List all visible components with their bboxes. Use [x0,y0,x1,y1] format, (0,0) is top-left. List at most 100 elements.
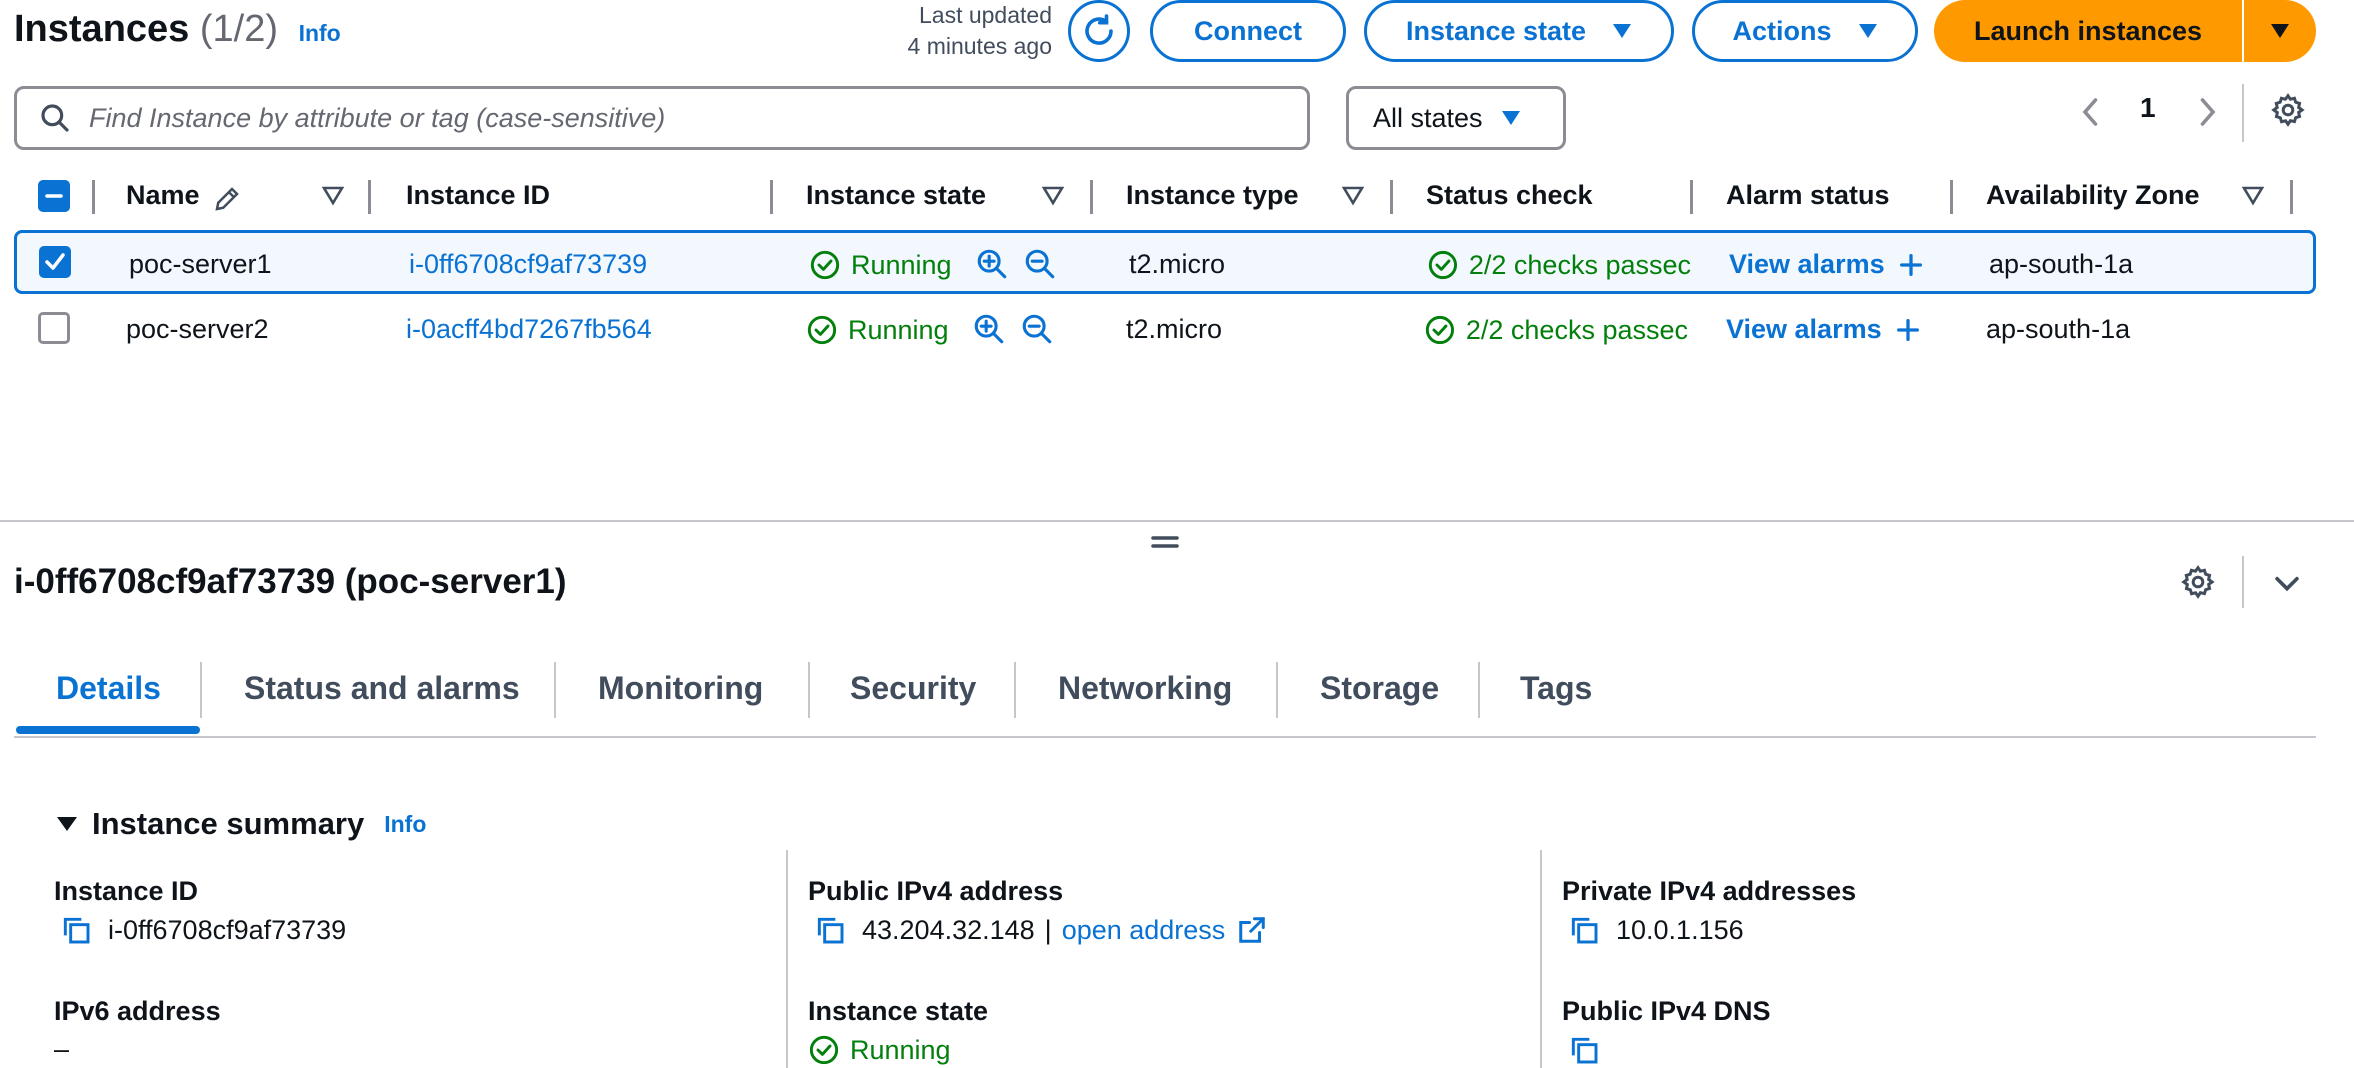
open-address-link[interactable]: open address [1062,915,1226,946]
chevron-left-icon[interactable] [2076,94,2106,130]
copy-icon[interactable] [60,914,92,946]
selection-count: (1/2) [199,8,279,50]
plus-icon[interactable] [1897,251,1925,279]
row-checkbox[interactable] [38,312,70,344]
refresh-button[interactable] [1068,0,1130,62]
page-title-text: Instances [14,8,190,50]
tab-details[interactable]: Details [56,670,161,707]
check-circle-icon [809,1035,839,1065]
instance-state-status: Running [806,314,949,346]
table-row[interactable]: poc-server2 i-0acff4bd7267fb564 Running … [0,298,2316,362]
connect-button[interactable]: Connect [1150,0,1346,62]
settings-icon[interactable] [2270,92,2306,128]
tab-security[interactable]: Security [850,670,976,707]
private-ipv4-value: 10.0.1.156 [1568,914,1744,946]
tab-storage[interactable]: Storage [1320,670,1439,707]
search-icon [41,104,69,132]
launch-instances-label: Launch instances [1973,15,2203,46]
sort-icon[interactable] [2242,186,2264,206]
instance-state-text: Running [850,1034,951,1065]
table-row[interactable]: poc-server1 i-0ff6708cf9af73739 Running … [14,230,2316,294]
column-header-instance-id[interactable]: Instance ID [406,180,550,211]
page-number[interactable]: 1 [2140,92,2156,124]
launch-instances-button[interactable]: Launch instances [1934,0,2242,62]
info-link[interactable]: Info [299,20,341,46]
state-filter-select[interactable]: All states [1346,86,1566,150]
private-ipv4-text: 10.0.1.156 [1616,914,1744,945]
copy-icon[interactable] [1568,914,1600,946]
tab-networking[interactable]: Networking [1058,670,1232,707]
instance-state-label: Instance state [1405,15,1587,46]
tab-tags[interactable]: Tags [1520,670,1592,707]
info-link[interactable]: Info [384,811,426,838]
state-filter-value: All states [1373,102,1483,133]
zoom-in-icon[interactable] [975,247,1009,281]
column-divider [1390,180,1393,214]
instance-id-link[interactable]: i-0acff4bd7267fb564 [406,314,652,345]
search-box[interactable] [14,86,1310,150]
column-header-alarm-status[interactable]: Alarm status [1726,180,1890,211]
instance-name: poc-server1 [129,249,272,279]
caret-down-icon [57,817,77,831]
column-divider [1540,850,1542,1068]
indeterminate-icon [45,194,63,198]
caret-down-icon [2271,24,2289,38]
column-divider [1950,180,1953,214]
external-link-icon[interactable] [1237,915,1267,945]
instance-type: t2.micro [1129,249,1226,279]
actions-button[interactable]: Actions [1692,0,1918,62]
instance-summary-header[interactable]: Instance summary Info [56,806,426,842]
column-divider [1690,180,1693,214]
tab-monitoring[interactable]: Monitoring [598,670,763,707]
zoom-out-icon[interactable] [1023,247,1057,281]
column-header-name[interactable]: Name [126,180,200,211]
copy-icon[interactable] [814,914,846,946]
status-check: 2/2 checks passec [1427,249,1691,281]
search-input[interactable] [89,102,1289,134]
detail-title: i-0ff6708cf9af73739 (poc-server1) [14,562,567,601]
table-header: Name Instance ID Instance state Instance… [0,172,2354,224]
column-divider [2290,180,2293,214]
chevron-down-icon[interactable] [2270,566,2304,600]
public-dns-label: Public IPv4 DNS [1562,996,1771,1026]
view-alarms-link[interactable]: View alarms [1726,314,1922,345]
copy-icon[interactable] [1568,1034,1600,1066]
column-header-availability-zone[interactable]: Availability Zone [1986,180,2200,211]
sort-icon[interactable] [1342,186,1364,206]
instance-id-text: i-0ff6708cf9af73739 [108,914,347,945]
tab-status-and-alarms[interactable]: Status and alarms [244,670,520,707]
public-dns-value [1568,1034,1616,1066]
launch-options-button[interactable] [2244,0,2316,62]
instance-state-button[interactable]: Instance state [1364,0,1674,62]
instance-state-status: Running [809,249,952,281]
check-circle-icon [810,250,840,280]
row-checkbox[interactable] [39,246,71,278]
column-header-status-check[interactable]: Status check [1426,180,1593,211]
caret-down-icon [1501,111,1520,125]
last-updated-label: Last updated [918,2,1052,28]
column-header-instance-type[interactable]: Instance type [1126,180,1299,211]
column-divider [1090,180,1093,214]
sort-icon[interactable] [1042,186,1064,206]
check-circle-icon [1425,315,1455,345]
tab-divider [554,662,556,718]
instance-state-text: Running [851,249,952,280]
sort-icon[interactable] [322,186,344,206]
chevron-right-icon[interactable] [2192,94,2222,130]
availability-zone: ap-south-1a [1989,249,2134,279]
view-alarms-link[interactable]: View alarms [1729,249,1925,280]
settings-icon[interactable] [2180,564,2216,600]
column-divider [368,180,371,214]
status-check-text: 2/2 checks passec [1468,249,1691,280]
plus-icon[interactable] [1894,316,1922,344]
status-check-text: 2/2 checks passec [1465,314,1688,345]
refresh-icon [1085,14,1113,45]
pencil-icon [215,187,239,211]
drag-handle-icon[interactable] [1150,532,1180,552]
zoom-out-icon[interactable] [1020,312,1054,346]
select-all-checkbox[interactable] [38,180,70,212]
instance-id-link[interactable]: i-0ff6708cf9af73739 [409,249,647,280]
column-header-instance-state[interactable]: Instance state [806,180,986,211]
private-ipv4-label: Private IPv4 addresses [1562,876,1857,906]
zoom-in-icon[interactable] [972,312,1006,346]
